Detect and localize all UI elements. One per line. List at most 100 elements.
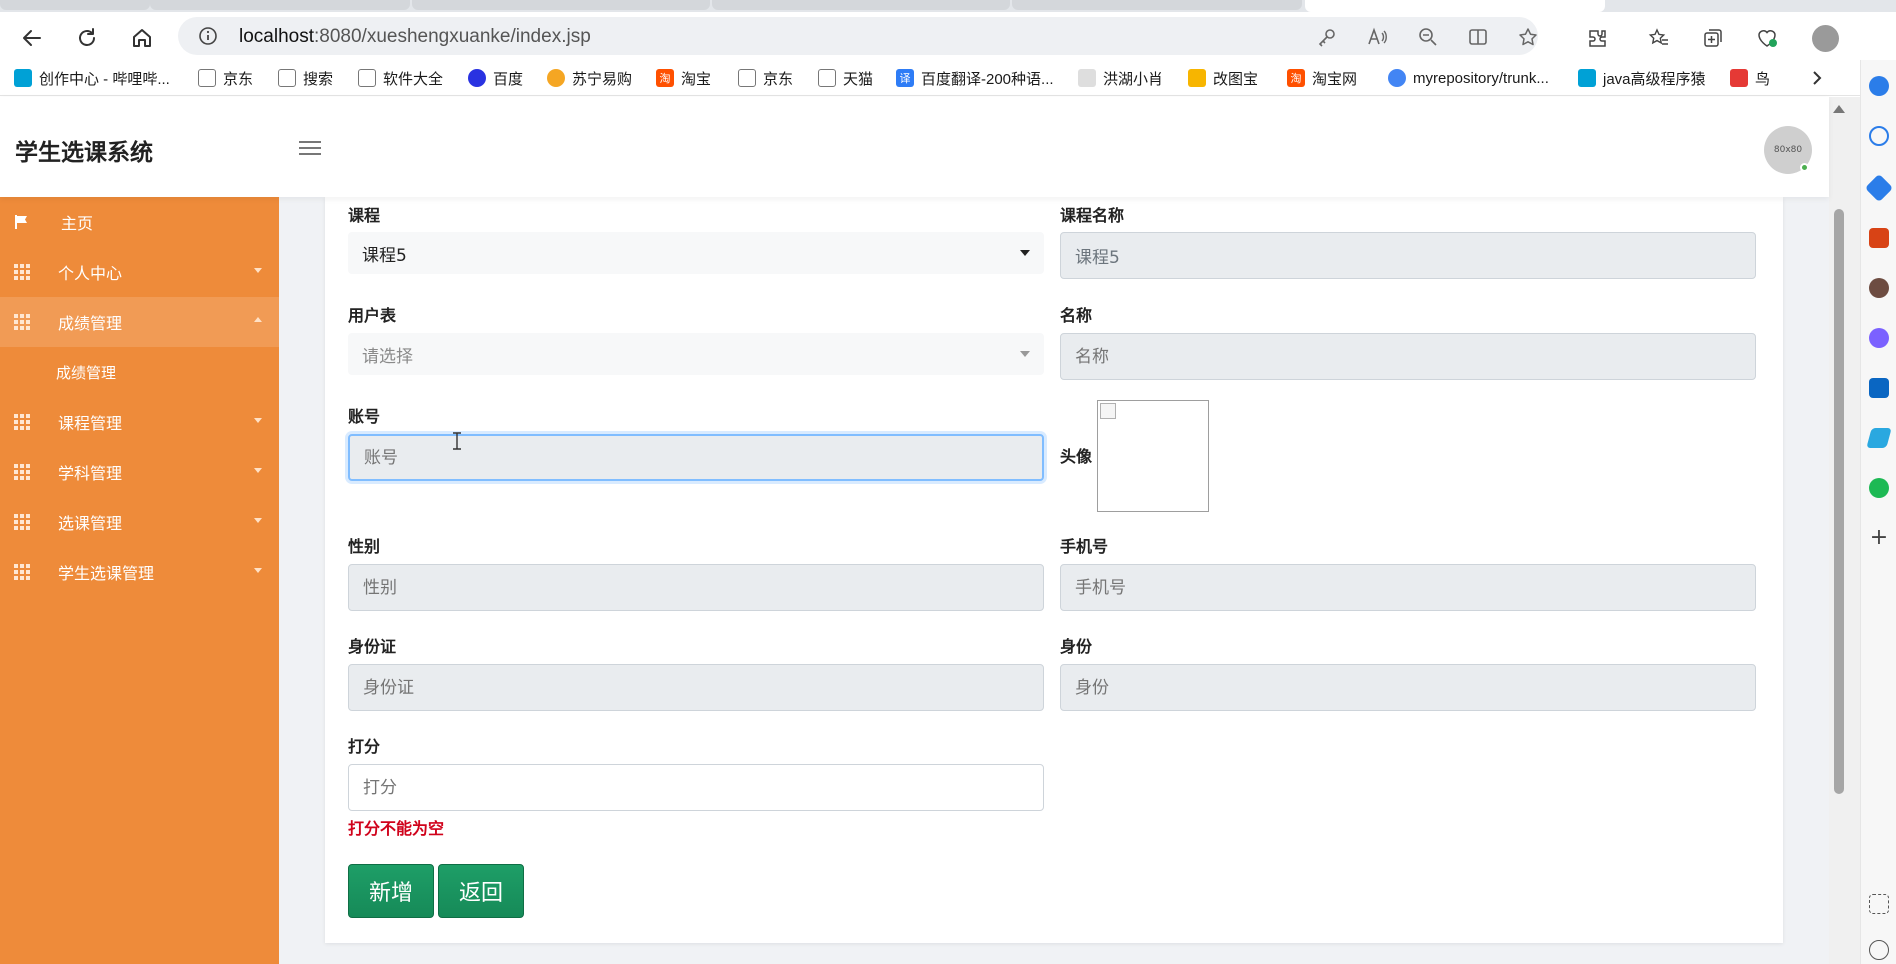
page-scrollbar[interactable] [1829,97,1860,964]
sidebar-item-label: 学生选课管理 [58,564,155,583]
sidebar-item-score-management[interactable]: 成绩管理 [0,297,279,347]
phone-label: 手机号 [1060,537,1109,556]
sidebar-item-student-selection-management[interactable]: 学生选课管理 [0,547,279,597]
bookmark-item[interactable]: 天猫 [818,66,873,90]
main-content: 课程 课程5 课程名称 用户表 请选择 名称 账号 头像 性别 手机号 身份证 … [279,197,1829,964]
bookmark-item[interactable]: 百度 [468,66,523,90]
settings-gear-icon[interactable] [1869,940,1889,960]
sidebar-item-course-management[interactable]: 课程管理 [0,397,279,447]
gaitubao-icon [1188,69,1206,87]
idcard-field[interactable] [348,664,1044,711]
bookmark-item[interactable]: 淘淘宝网 [1287,66,1357,90]
send-icon[interactable] [1866,428,1892,448]
bookmark-label: 天猫 [843,70,874,88]
back-arrow-icon[interactable] [14,20,50,56]
sidebar-item-label: 课程管理 [58,414,123,433]
scroll-up-arrow-icon[interactable] [1833,105,1845,113]
favorite-star-icon[interactable] [1517,26,1539,48]
sidebar-item-selection-management[interactable]: 选课管理 [0,497,279,547]
split-screen-icon[interactable] [1467,26,1489,48]
course-label: 课程 [348,206,381,225]
read-aloud-icon[interactable] [1366,26,1388,48]
browser-tab[interactable] [1012,0,1302,10]
bookmark-label: 软件大全 [383,70,444,88]
home-icon[interactable] [124,20,160,56]
bookmark-item[interactable]: 译百度翻译-200种语... [896,66,1054,90]
browser-essentials-icon[interactable] [1753,24,1781,52]
scrollbar-thumb[interactable] [1834,209,1844,794]
course-name-field[interactable] [1060,232,1756,279]
sidebar-item-label: 选课管理 [58,514,123,533]
identity-field[interactable] [1060,664,1756,711]
tools-icon[interactable] [1869,228,1889,248]
grid-icon [14,464,30,480]
add-plus-icon[interactable]: + [1869,527,1889,549]
bookmark-item[interactable]: 京东 [198,66,253,90]
bookmark-item[interactable]: 软件大全 [358,66,443,90]
sidebar-item-label: 主页 [61,214,94,233]
bookmark-label: 淘宝网 [1312,70,1358,88]
grid-icon [14,414,30,430]
sidebar-item-home[interactable]: 主页 [0,197,279,247]
url-text: localhost:8080/xueshengxuanke/index.jsp [239,26,591,48]
bookmark-item[interactable]: 苏宁易购 [547,66,632,90]
outlook-icon[interactable] [1869,378,1889,398]
site-info-icon[interactable] [198,26,218,50]
notification-bell-icon[interactable] [1869,76,1889,96]
extensions-icon[interactable] [1583,24,1611,52]
shopping-tag-icon[interactable] [1864,173,1894,203]
profile-avatar-icon[interactable] [1811,24,1839,52]
bookmark-item[interactable]: 创作中心 - 哔哩哔... [14,66,170,90]
hamburger-menu-icon[interactable] [299,137,323,157]
score-field[interactable] [348,764,1044,811]
screenshot-icon[interactable] [1869,894,1889,914]
broken-image-icon [1100,403,1116,419]
spotify-icon[interactable] [1869,478,1889,498]
bookmark-item[interactable]: 京东 [738,66,793,90]
avatar-image-placeholder[interactable] [1097,400,1209,512]
address-bar[interactable]: localhost:8080/xueshengxuanke/index.jsp [178,17,1538,55]
sidebar-subitem-score-management[interactable]: 成绩管理 [0,347,279,397]
bookmark-item[interactable]: 洪湖小肖 [1078,66,1163,90]
bookmark-item[interactable]: java高级程序猿 [1578,66,1706,90]
bookmark-item[interactable]: 改图宝 [1188,66,1258,90]
taobao-icon: 淘 [1287,69,1305,87]
bookmark-item[interactable]: 淘淘宝 [656,66,711,90]
refresh-icon[interactable] [69,20,105,56]
sidebar-item-personal-center[interactable]: 个人中心 [0,247,279,297]
add-button[interactable]: 新增 [348,864,434,918]
sidebar-item-subject-management[interactable]: 学科管理 [0,447,279,497]
user-table-select[interactable]: 请选择 [348,333,1044,375]
collections-icon[interactable] [1699,24,1727,52]
games-icon[interactable] [1869,278,1889,298]
key-icon[interactable] [1316,26,1338,48]
name-field[interactable] [1060,333,1756,380]
url-host: localhost [239,26,314,47]
chevron-down-icon [1020,250,1030,256]
bookmark-label: 洪湖小肖 [1103,70,1164,88]
copilot-icon[interactable] [1869,328,1889,348]
browser-tab[interactable] [712,0,1010,10]
phone-field[interactable] [1060,564,1756,611]
zoom-out-icon[interactable] [1417,26,1439,48]
browser-tab[interactable] [0,0,150,10]
search-icon[interactable] [1869,126,1889,146]
back-button[interactable]: 返回 [438,864,524,918]
browser-tab-strip [0,0,1896,12]
bookmark-item[interactable]: 搜索 [278,66,333,90]
bookmark-label: 改图宝 [1213,70,1259,88]
browser-tab[interactable] [412,0,710,10]
course-select[interactable]: 课程5 [348,232,1044,274]
chevron-down-icon [254,568,262,573]
gender-field[interactable] [348,564,1044,611]
favorites-icon[interactable] [1645,24,1673,52]
score-error-message: 打分不能为空 [348,819,445,838]
sidebar-subitem-label: 成绩管理 [56,363,117,382]
browser-tab[interactable] [150,0,410,10]
bookmarks-more-chevron-icon[interactable] [1810,66,1824,90]
bookmark-item[interactable]: 鸟 [1730,66,1770,90]
browser-tab-active[interactable] [1305,0,1605,12]
baidu-paw-icon [468,69,486,87]
bookmark-item[interactable]: myrepository/trunk... [1388,66,1549,90]
chevron-down-icon [254,468,262,473]
